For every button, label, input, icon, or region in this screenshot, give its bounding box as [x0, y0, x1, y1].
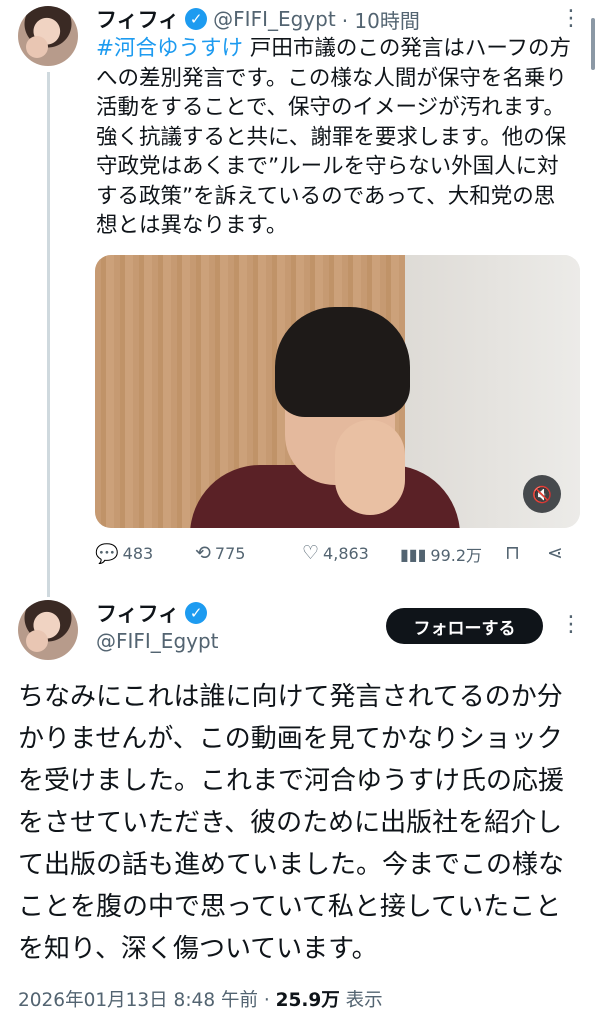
reply-icon: 💬 — [95, 543, 119, 565]
tweet-header: フィフィ ✓ @FIFI_Egypt · 10時間 — [96, 4, 420, 34]
retweet-icon: ⟲ — [195, 542, 211, 564]
scroll-indicator[interactable] — [591, 18, 595, 70]
mute-icon[interactable]: 🔇 — [523, 475, 561, 513]
views-chart-icon: ▮▮▮ — [400, 544, 427, 564]
tweet-text: #河合ゆうすけ 戸田市議のこの発言はハーフの方への差別発言です。この様な人間が保… — [96, 34, 576, 241]
video-person-hand — [335, 420, 405, 515]
like-count: 4,863 — [323, 543, 369, 563]
author-name[interactable]: フィフィ — [96, 4, 179, 34]
share-icon: ⋖ — [547, 542, 563, 564]
more-options-icon[interactable]: ⋮ — [560, 6, 582, 31]
author-handle[interactable]: @FIFI_Egypt — [96, 629, 219, 653]
bookmark-icon: ⊓ — [505, 542, 520, 564]
video-player[interactable]: 🔇 — [95, 255, 580, 528]
avatar[interactable] — [18, 6, 78, 66]
reply-count: 483 — [122, 544, 154, 563]
retweet-count: 775 — [214, 543, 246, 563]
tweet-time[interactable]: · 10時間 — [342, 5, 420, 34]
more-options-icon[interactable]: ⋮ — [560, 612, 582, 637]
views-label: 表示 — [339, 990, 383, 1011]
verified-badge-icon: ✓ — [185, 602, 208, 624]
thread-connector-line — [47, 72, 50, 597]
tweet-actions: 💬 483 ⟲ 775 ♡ 4,863 ▮▮▮ 99.2万 ⊓ ⋖ — [95, 540, 575, 570]
like-button[interactable]: ♡ 4,863 — [302, 542, 369, 564]
views-count: 25.9万 — [275, 990, 340, 1011]
share-button[interactable]: ⋖ — [547, 542, 563, 564]
author-handle[interactable]: @FIFI_Egypt — [213, 7, 336, 31]
retweet-button[interactable]: ⟲ 775 — [195, 542, 245, 564]
reply-button[interactable]: 💬 483 — [95, 542, 153, 565]
author-name[interactable]: フィフィ — [96, 598, 179, 628]
tweet-text: ちなみにこれは誰に向けて発言されてるのか分かりませんが、この動画を見てかなりショ… — [18, 682, 565, 964]
video-person-hair — [275, 307, 410, 417]
tweet-meta: 2026年01月13日 8:48 午前 · 25.9万 表示 — [18, 986, 383, 1012]
views-button[interactable]: ▮▮▮ 99.2万 — [400, 542, 482, 566]
views-count: 99.2万 — [430, 546, 483, 565]
heart-icon: ♡ — [302, 542, 320, 564]
tweet-timestamp[interactable]: 2026年01月13日 8:48 午前 · — [18, 990, 276, 1011]
tweet-body: 戸田市議のこの発言はハーフの方への差別発言です。この様な人間が保守を名乗り活動を… — [96, 36, 572, 238]
author-name-row: フィフィ ✓ — [96, 598, 208, 628]
follow-button[interactable]: フォローする — [386, 608, 543, 644]
verified-badge-icon: ✓ — [185, 8, 208, 30]
hashtag-link[interactable]: #河合ゆうすけ — [96, 36, 243, 61]
avatar[interactable] — [18, 600, 78, 660]
bookmark-button[interactable]: ⊓ — [505, 542, 520, 564]
